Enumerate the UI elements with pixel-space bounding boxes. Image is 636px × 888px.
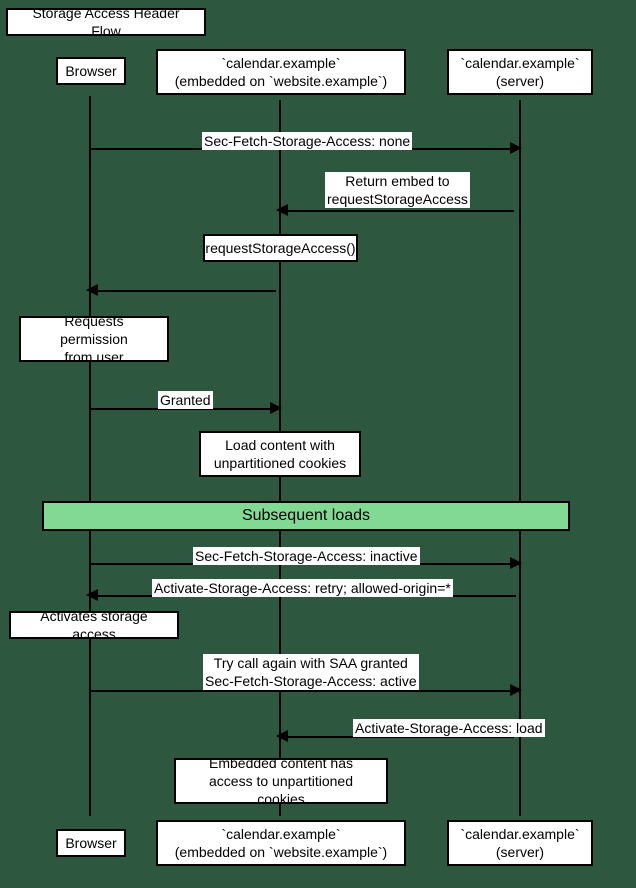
arrowhead-m2 bbox=[276, 204, 288, 216]
arrowhead-m7 bbox=[510, 557, 522, 569]
box-load-content: Load content with unpartitioned cookies bbox=[199, 431, 361, 477]
box-requests-permission: Requests permission from user bbox=[19, 316, 169, 362]
lifeline-browser bbox=[89, 96, 91, 816]
participant-embed-line2: (embedded on `website.example`) bbox=[175, 72, 387, 90]
arrowhead-m10 bbox=[510, 684, 522, 696]
msg-m10: Try call again with SAA granted Sec-Fetc… bbox=[203, 654, 419, 690]
arrowhead-m8 bbox=[86, 589, 98, 601]
arrow-m3 bbox=[90, 290, 276, 292]
banner-subsequent-loads: Subsequent loads bbox=[42, 501, 570, 531]
arrow-m2 bbox=[280, 210, 514, 212]
msg-m1: Sec-Fetch-Storage-Access: none bbox=[202, 132, 412, 150]
participant-server-line1: `calendar.example` bbox=[460, 54, 579, 72]
participant-server-line2: (server) bbox=[460, 72, 579, 90]
msg-m5: Granted bbox=[158, 391, 213, 409]
participant-server-bottom: `calendar.example` (server) bbox=[447, 820, 593, 866]
arrowhead-m1 bbox=[510, 142, 522, 154]
participant-embed-line1: `calendar.example` bbox=[175, 54, 387, 72]
box-activates-storage-access: Activates storage access bbox=[9, 611, 179, 639]
msg-m7: Sec-Fetch-Storage-Access: inactive bbox=[193, 547, 420, 565]
participant-embed-bottom: `calendar.example` (embedded on `website… bbox=[156, 820, 406, 866]
box-request-storage-access: requestStorageAccess() bbox=[203, 234, 358, 262]
arrowhead-m11 bbox=[276, 730, 288, 742]
msg-m11: Activate-Storage-Access: load bbox=[353, 719, 545, 737]
participant-browser-label: Browser bbox=[65, 62, 116, 80]
participant-server-top: `calendar.example` (server) bbox=[447, 49, 593, 95]
participant-browser-top: Browser bbox=[56, 57, 126, 85]
diagram-title-text: Storage Access Header Flow bbox=[16, 4, 196, 40]
participant-browser-bottom: Browser bbox=[56, 829, 126, 857]
msg-m2: Return embed to requestStorageAccess bbox=[325, 172, 470, 208]
diagram-title: Storage Access Header Flow bbox=[6, 8, 206, 36]
box-embedded-content-access: Embedded content has access to unpartiti… bbox=[174, 758, 388, 804]
msg-m8: Activate-Storage-Access: retry; allowed-… bbox=[152, 579, 453, 597]
lifeline-server bbox=[519, 100, 521, 816]
participant-embed-top: `calendar.example` (embedded on `website… bbox=[156, 49, 406, 95]
arrowhead-m3 bbox=[86, 284, 98, 296]
arrowhead-m5 bbox=[270, 402, 282, 414]
